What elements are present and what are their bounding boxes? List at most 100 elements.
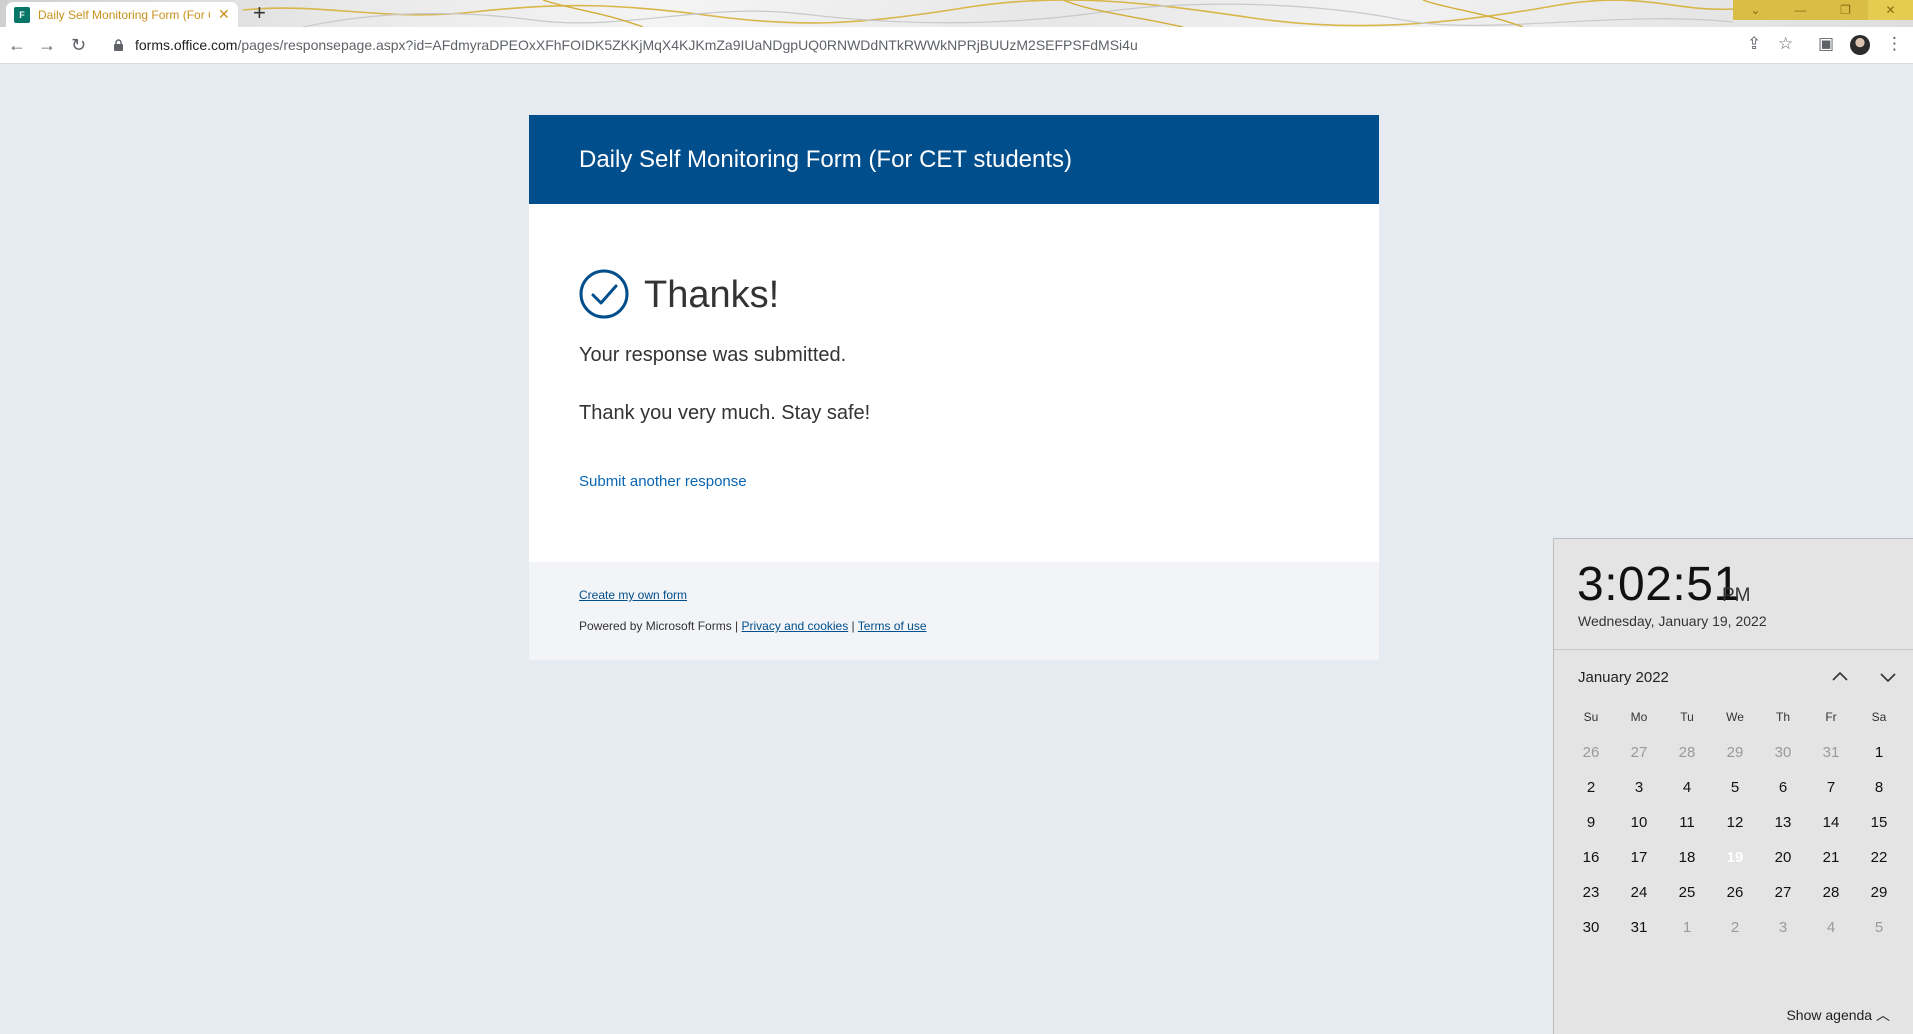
tab-strip: F Daily Self Monitoring Form (For C ✕ + … (0, 0, 1913, 27)
calendar-day[interactable]: 17 (1615, 840, 1663, 876)
calendar-day[interactable]: 26 (1567, 735, 1615, 771)
calendar-day[interactable]: 30 (1567, 910, 1615, 946)
calendar-day[interactable]: 18 (1663, 840, 1711, 876)
forms-favicon-icon: F (14, 6, 30, 23)
calendar-day[interactable]: 9 (1567, 805, 1615, 841)
clock-ampm: PM (1722, 585, 1751, 606)
calendar-day[interactable]: 24 (1615, 875, 1663, 911)
show-agenda-label: Show agenda (1786, 1007, 1873, 1023)
share-icon[interactable]: ⇪ (1747, 34, 1761, 54)
clock-date-link[interactable]: Wednesday, January 19, 2022 (1578, 613, 1767, 629)
calendar-day[interactable]: 12 (1711, 805, 1759, 841)
powered-by-text: Powered by Microsoft Forms | (579, 619, 742, 633)
calendar-week-row: 30 31 1 2 3 4 5 (1567, 910, 1903, 946)
marble-theme-background (243, 0, 1733, 27)
window-controls: ⌄ — ❐ ✕ (1733, 0, 1913, 20)
profile-avatar[interactable] (1850, 35, 1870, 55)
calendar-day[interactable]: 2 (1711, 910, 1759, 946)
weekday-label: Mo (1630, 710, 1648, 724)
weekday-label: Sa (1871, 710, 1887, 724)
clock-time: 3:02:51 (1577, 558, 1741, 611)
bookmark-star-icon[interactable]: ☆ (1778, 34, 1793, 54)
calendar-day[interactable]: 7 (1807, 770, 1855, 806)
tab-close-icon[interactable]: ✕ (218, 6, 230, 23)
calendar-day[interactable]: 14 (1807, 805, 1855, 841)
menu-kebab-icon[interactable]: ⋮ (1886, 34, 1903, 54)
closing-message: Thank you very much. Stay safe! (579, 402, 871, 424)
form-footer: Create my own form Powered by Microsoft … (529, 562, 1379, 660)
calendar-day[interactable]: 10 (1615, 805, 1663, 841)
calendar-day[interactable]: 22 (1855, 840, 1903, 876)
calendar-day[interactable]: 13 (1759, 805, 1807, 841)
close-window-icon[interactable]: ✕ (1868, 0, 1913, 20)
powered-by-line: Powered by Microsoft Forms | Privacy and… (579, 619, 927, 633)
calendar-day[interactable]: 30 (1759, 735, 1807, 771)
lock-icon[interactable] (113, 39, 124, 51)
weekday-label: We (1726, 710, 1744, 724)
terms-link[interactable]: Terms of use (858, 619, 927, 633)
weekday-label: Th (1775, 710, 1790, 724)
calendar-week-row: 2 3 4 5 6 7 8 (1567, 770, 1903, 806)
calendar-day[interactable]: 1 (1663, 910, 1711, 946)
calendar-month-label[interactable]: January 2022 (1578, 669, 1669, 686)
reload-icon[interactable]: ↻ (71, 35, 86, 55)
calendar-week-row: 23 24 25 26 27 28 29 (1567, 875, 1903, 911)
clock-calendar-flyout: 3:02:51 PM Wednesday, January 19, 2022 J… (1553, 538, 1913, 1034)
submit-another-link[interactable]: Submit another response (579, 473, 747, 490)
side-panel-icon[interactable]: ▣ (1818, 34, 1834, 54)
back-arrow-icon[interactable]: ← (8, 35, 26, 55)
calendar-day[interactable]: 5 (1855, 910, 1903, 946)
calendar-week-row: 26 27 28 29 30 31 1 (1567, 735, 1903, 771)
new-tab-icon[interactable]: + (253, 1, 266, 25)
calendar-day[interactable]: 31 (1615, 910, 1663, 946)
calendar-day[interactable]: 5 (1711, 770, 1759, 806)
active-tab[interactable]: F Daily Self Monitoring Form (For C ✕ (6, 2, 238, 27)
tab-search-icon[interactable]: ⌄ (1733, 0, 1778, 20)
calendar-day[interactable]: 20 (1759, 840, 1807, 876)
calendar-day[interactable]: 6 (1759, 770, 1807, 806)
calendar-day[interactable]: 28 (1807, 875, 1855, 911)
next-month-chevron-down-icon[interactable] (1876, 665, 1900, 689)
flyout-divider (1554, 649, 1913, 650)
create-form-link[interactable]: Create my own form (579, 588, 687, 602)
calendar-day-today[interactable]: 19 (1711, 839, 1762, 881)
calendar-week-row: 9 10 11 12 13 14 15 (1567, 805, 1903, 841)
calendar-day[interactable]: 25 (1663, 875, 1711, 911)
minimize-icon[interactable]: — (1778, 0, 1823, 20)
calendar-day[interactable]: 2 (1567, 770, 1615, 806)
calendar-day[interactable]: 8 (1855, 770, 1903, 806)
calendar-day[interactable]: 23 (1567, 875, 1615, 911)
show-agenda-button[interactable]: Show agenda ︿ (1786, 1005, 1890, 1025)
thanks-heading: Thanks! (644, 274, 780, 316)
calendar-day[interactable]: 4 (1807, 910, 1855, 946)
calendar-day[interactable]: 16 (1567, 840, 1615, 876)
privacy-link[interactable]: Privacy and cookies (742, 619, 849, 633)
calendar-day[interactable]: 28 (1663, 735, 1711, 771)
calendar-day[interactable]: 27 (1759, 875, 1807, 911)
confirmation-panel: Thanks! Your response was submitted. Tha… (529, 204, 1379, 562)
footer-separator: | (848, 619, 858, 633)
calendar-day[interactable]: 11 (1663, 805, 1711, 841)
submitted-message: Your response was submitted. (579, 344, 847, 366)
calendar-day[interactable]: 31 (1807, 735, 1855, 771)
weekday-label: Tu (1680, 710, 1694, 724)
calendar-day[interactable]: 21 (1807, 840, 1855, 876)
calendar-day[interactable]: 4 (1663, 770, 1711, 806)
url-input[interactable]: forms.office.com/pages/responsepage.aspx… (135, 37, 1138, 53)
previous-month-chevron-up-icon[interactable] (1828, 665, 1852, 689)
weekday-label: Fr (1825, 710, 1837, 724)
form-title: Daily Self Monitoring Form (For CET stud… (579, 145, 1073, 173)
forward-arrow-icon[interactable]: → (38, 35, 56, 55)
calendar-day[interactable]: 27 (1615, 735, 1663, 771)
restore-icon[interactable]: ❐ (1823, 0, 1868, 20)
calendar-day[interactable]: 29 (1711, 735, 1759, 771)
calendar-day[interactable]: 15 (1855, 805, 1903, 841)
weekday-header-row: Su Mo Tu We Th Fr Sa (1567, 710, 1903, 724)
calendar-day[interactable]: 26 (1711, 875, 1759, 911)
tab-title: Daily Self Monitoring Form (For C (38, 7, 210, 22)
calendar-day[interactable]: 29 (1855, 875, 1903, 911)
calendar-day[interactable]: 3 (1615, 770, 1663, 806)
calendar-day[interactable]: 1 (1855, 735, 1903, 771)
calendar-day[interactable]: 3 (1759, 910, 1807, 946)
weekday-label: Su (1583, 710, 1599, 724)
